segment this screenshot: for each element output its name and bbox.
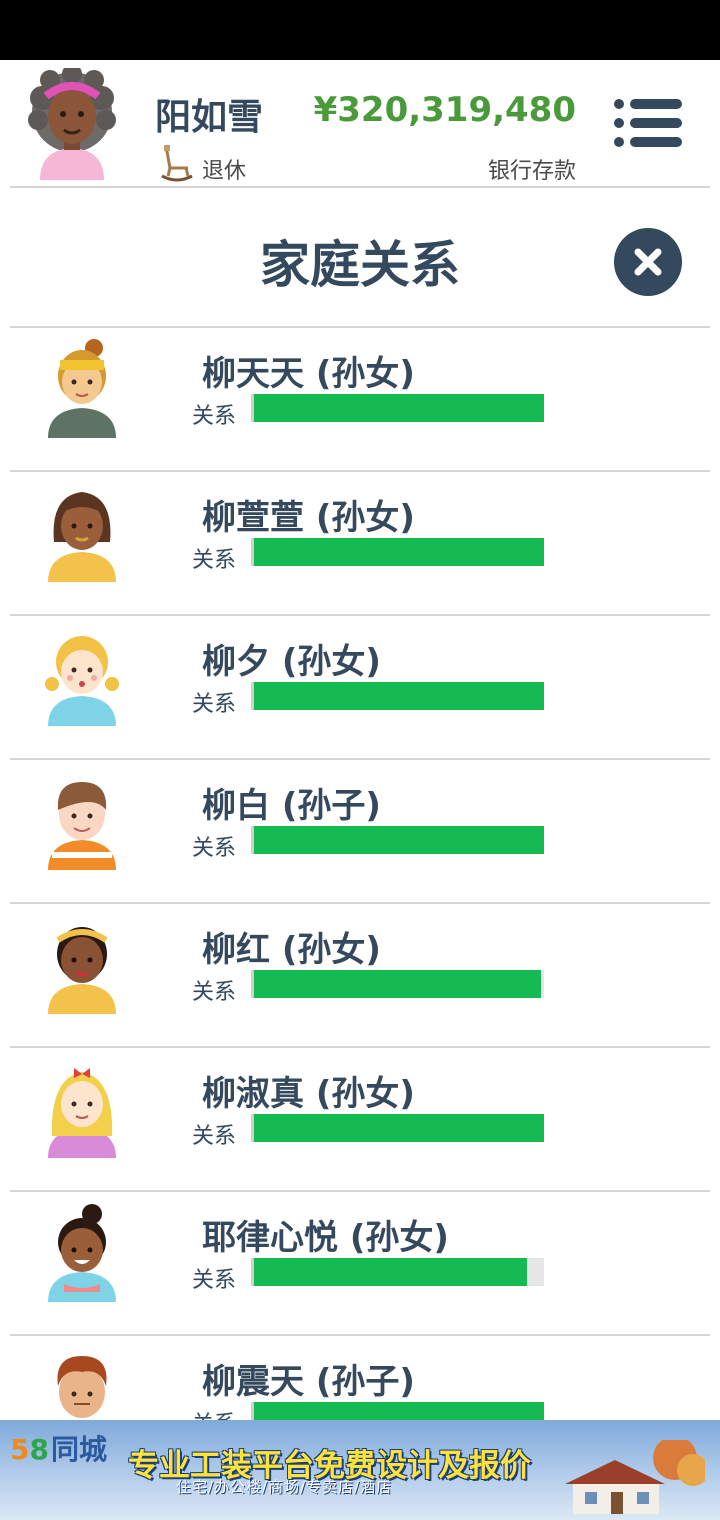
relationship-bar: [251, 1114, 544, 1142]
relationship-bar: [251, 1402, 544, 1420]
grandson-avatar: [57, 1356, 107, 1418]
family-member-row[interactable]: 耶律心悦 (孙女) 关系: [10, 1192, 710, 1336]
relationship-label: 关系: [192, 404, 237, 429]
life-status: 退休: [202, 159, 247, 184]
ad-logo: 58同城: [10, 1433, 107, 1466]
grandson-avatar: [48, 782, 116, 870]
member-name: 柳白 (孙子): [202, 786, 381, 826]
member-name: 柳天天 (孙女): [202, 354, 415, 394]
granddaughter-avatar: [48, 492, 116, 582]
relationship-label: 关系: [192, 836, 237, 861]
member-name: 柳红 (孙女): [202, 930, 381, 970]
profile-header: 阳如雪 退休 ¥320,319,480 银行存款: [0, 60, 720, 188]
relationship-bar: [251, 682, 544, 710]
header-divider: [10, 186, 710, 188]
family-member-row[interactable]: 柳震天 (孙子) 关系: [10, 1336, 710, 1420]
member-name: 耶律心悦 (孙女): [202, 1218, 449, 1258]
menu-list-icon[interactable]: [612, 97, 684, 149]
close-icon: [634, 248, 662, 276]
ad-banner[interactable]: 58同城 专业工装平台免费设计及报价 住宅/办公楼/商场/专卖店/酒店: [0, 1420, 720, 1520]
member-name: 柳夕 (孙女): [202, 642, 381, 682]
house-illustration: [565, 1440, 705, 1514]
relationship-bar-fill: [254, 538, 544, 566]
family-member-row[interactable]: 柳萱萱 (孙女) 关系: [10, 472, 710, 616]
granddaughter-avatar: [48, 1068, 116, 1158]
relationship-bar: [251, 1258, 544, 1286]
relationship-bar-fill: [254, 1258, 527, 1286]
relationship-label: 关系: [192, 980, 237, 1005]
family-list: 柳天天 (孙女) 关系 柳萱萱 (孙女) 关系 柳夕 (孙女) 关系 柳白 (孙…: [10, 328, 710, 1420]
relationship-label: 关系: [192, 1268, 237, 1293]
relationship-bar: [251, 538, 544, 566]
member-name: 柳萱萱 (孙女): [202, 498, 415, 538]
granddaughter-avatar: [48, 1204, 116, 1302]
page-title: 家庭关系: [260, 236, 460, 294]
granddaughter-avatar: [45, 636, 119, 726]
relationship-bar-fill: [254, 970, 542, 998]
family-member-row[interactable]: 柳天天 (孙女) 关系: [10, 328, 710, 472]
relationship-bar: [251, 394, 544, 422]
relationship-bar-fill: [254, 826, 544, 854]
relationship-label: 关系: [192, 548, 237, 573]
relationship-label: 关系: [192, 1124, 237, 1149]
ad-subline: 住宅/办公楼/商场/专卖店/酒店: [176, 1478, 393, 1496]
rocking-chair-icon: [161, 145, 193, 182]
granddaughter-avatar: [48, 927, 116, 1014]
relationship-bar-fill: [254, 1402, 544, 1420]
family-member-row[interactable]: 柳淑真 (孙女) 关系: [10, 1048, 710, 1192]
family-member-row[interactable]: 柳红 (孙女) 关系: [10, 904, 710, 1048]
member-name: 柳震天 (孙子): [202, 1362, 415, 1402]
family-member-row[interactable]: 柳夕 (孙女) 关系: [10, 616, 710, 760]
relationship-bar-fill: [254, 1114, 544, 1142]
relationship-bar-fill: [254, 394, 544, 422]
relationship-bar: [251, 826, 544, 854]
member-name: 柳淑真 (孙女): [202, 1074, 415, 1114]
player-avatar[interactable]: [28, 68, 116, 180]
relationship-label: 关系: [192, 1406, 236, 1420]
player-name: 阳如雪: [155, 97, 264, 138]
close-button[interactable]: [614, 228, 682, 296]
status-bar: [0, 0, 720, 60]
bank-balance-label: 银行存款: [487, 159, 576, 184]
bank-balance: ¥320,319,480: [313, 90, 576, 130]
relationship-bar-fill: [254, 682, 544, 710]
relationship-bar: [251, 970, 544, 998]
relationship-label: 关系: [192, 692, 237, 717]
family-member-row[interactable]: 柳白 (孙子) 关系: [10, 760, 710, 904]
granddaughter-avatar: [48, 339, 116, 438]
